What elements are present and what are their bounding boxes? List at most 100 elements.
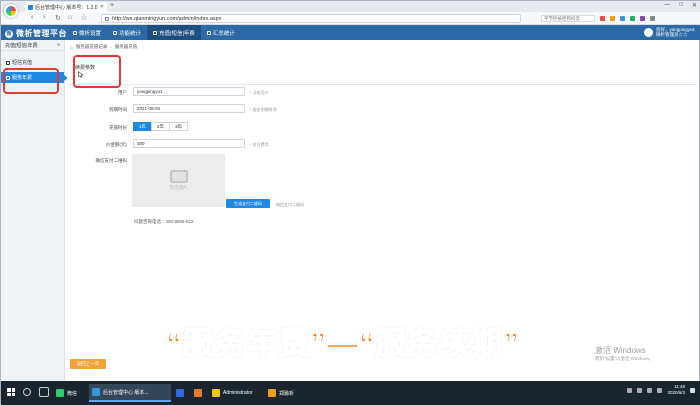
network-icon[interactable] bbox=[647, 387, 653, 393]
search-icon[interactable] bbox=[23, 388, 31, 396]
star-icon[interactable]: ☆ bbox=[81, 14, 87, 22]
user-field[interactable]: yangpingyu1 bbox=[133, 87, 245, 96]
extension-icon[interactable] bbox=[610, 16, 615, 21]
taskbar-app-folder[interactable]: 郑融析 bbox=[265, 384, 305, 402]
nav-item-label: 微析设置 bbox=[79, 30, 102, 37]
system-tray: 11:48 2020/6/3 bbox=[627, 384, 695, 396]
taskbar-app-explorer[interactable]: Administrator bbox=[209, 384, 259, 402]
summary-icon bbox=[206, 30, 211, 35]
sms-icon bbox=[6, 60, 10, 65]
user-info: 您好，yangpingyu1 微析管理员☆☆ bbox=[656, 27, 695, 37]
browser-tab-title: 后台管理中心 版本号：1.2.0 bbox=[35, 4, 98, 11]
main-nav: 微析设置 功能统计 充值|短信|年费 汇总统计 bbox=[67, 25, 241, 40]
nav-item-recharge[interactable]: 充值|短信|年费 bbox=[147, 25, 201, 40]
sidebar-header: 充值|短信|年费 « bbox=[1, 40, 64, 51]
watermark-subtitle: 转到“设置”以激活 Windows。 bbox=[595, 356, 654, 361]
task-view-icon[interactable] bbox=[39, 387, 49, 397]
qr-placeholder-text: 暂无图片 bbox=[169, 185, 188, 190]
nav-item-label: 充值|短信|年费 bbox=[159, 30, 195, 37]
taskbar-app-wechat[interactable]: 微信 bbox=[53, 384, 80, 402]
user-role: 微析管理员☆☆ bbox=[655, 32, 688, 37]
browser-logo-icon[interactable] bbox=[4, 4, 18, 18]
app-logo[interactable]: 微 微析管理平台 bbox=[5, 28, 67, 39]
nav-item-settings[interactable]: 微析设置 bbox=[67, 25, 107, 40]
maximize-button[interactable]: □ bbox=[679, 2, 683, 9]
browser-tab[interactable]: 后台管理中心 版本号：1.2.0 ✕ bbox=[25, 2, 107, 12]
minimize-button[interactable]: — bbox=[664, 2, 670, 9]
illustrator-icon bbox=[194, 389, 202, 397]
logo-icon: 微 bbox=[5, 29, 13, 38]
nav-item-summary[interactable]: 汇总统计 bbox=[201, 25, 241, 40]
taskbar-app-browser[interactable]: 后台管理中心 版本... bbox=[89, 384, 171, 402]
taskbar-app-label: 郑融析 bbox=[279, 390, 295, 397]
taskbar-app-label: 微信 bbox=[67, 390, 78, 397]
toolbar-right: 字节控被拒和抖音 bbox=[541, 15, 655, 22]
mouse-cursor-icon bbox=[78, 71, 83, 78]
back-button[interactable]: 返回上一页 bbox=[70, 359, 106, 369]
period-selector: 1年 2年 3年 bbox=[133, 122, 189, 131]
money-icon bbox=[153, 30, 158, 35]
avatar bbox=[643, 27, 653, 37]
tab-strip: 后台管理中心 版本号：1.2.0 ✕ + — □ ✕ bbox=[1, 1, 700, 12]
window-controls: — □ ✕ bbox=[664, 2, 697, 9]
period-option-3y[interactable]: 3年 bbox=[169, 122, 189, 131]
expire-label: 到期时间 bbox=[109, 107, 127, 112]
notification-icon[interactable] bbox=[690, 387, 695, 393]
home-icon[interactable]: ⌂ bbox=[70, 45, 73, 50]
forward-icon[interactable]: › bbox=[43, 14, 45, 21]
generate-qr-button[interactable]: 生成支付二维码 bbox=[226, 199, 270, 208]
refresh-icon[interactable]: ↻ bbox=[55, 14, 61, 22]
nav-item-stats[interactable]: 功能统计 bbox=[107, 25, 147, 40]
volume-icon[interactable] bbox=[657, 387, 663, 393]
chart-icon bbox=[113, 30, 118, 35]
sidebar-item-label: 短信充值 bbox=[12, 60, 33, 66]
photoshop-icon bbox=[176, 389, 184, 397]
url-text: http://wx.qianmingyun.com/admin/index.as… bbox=[112, 15, 222, 22]
breadcrumb: ⌂ 服务器充值记录 › 服务器充值 bbox=[70, 44, 137, 50]
breadcrumb-item[interactable]: 服务器充值记录 bbox=[76, 44, 108, 50]
taskbar-app-illustrator[interactable] bbox=[191, 384, 205, 402]
period-option-1y[interactable]: 1年 bbox=[133, 122, 153, 131]
period-label: 充值时长 bbox=[109, 125, 127, 130]
taskbar: 微信 后台管理中心 版本... Administrator 郑融析 11:48 bbox=[1, 381, 700, 405]
wechat-icon bbox=[56, 389, 64, 397]
sidebar-item-sms-recharge[interactable]: 短信充值 bbox=[1, 57, 64, 68]
close-window-button[interactable]: ✕ bbox=[692, 2, 697, 9]
folder-icon bbox=[212, 389, 220, 397]
nav-item-label: 汇总统计 bbox=[212, 30, 235, 37]
windows-start-icon[interactable] bbox=[7, 388, 15, 396]
clock[interactable]: 11:48 2020/6/3 bbox=[667, 384, 685, 396]
period-option-2y[interactable]: 2年 bbox=[151, 122, 171, 131]
amount-field[interactable]: 300 bbox=[133, 139, 245, 148]
support-phone: 问题咨询电话：400-9655-622 bbox=[134, 219, 194, 224]
extension-icon[interactable] bbox=[600, 16, 605, 21]
browser-search-box[interactable]: 字节控被拒和抖音 bbox=[541, 15, 595, 22]
back-icon[interactable]: ‹ bbox=[31, 14, 33, 21]
extension-icon[interactable] bbox=[630, 16, 635, 21]
menu-icon[interactable] bbox=[650, 16, 655, 21]
page-info-icon bbox=[105, 16, 109, 21]
tray-icon[interactable] bbox=[637, 387, 643, 393]
tray-icon[interactable] bbox=[627, 387, 633, 393]
watermark-title: 激活 Windows bbox=[595, 346, 646, 355]
page-favicon-icon bbox=[28, 4, 33, 10]
user-label: 用户 bbox=[118, 90, 127, 95]
taskbar-app-photoshop[interactable] bbox=[173, 384, 187, 402]
extension-icon[interactable] bbox=[620, 16, 625, 21]
new-tab-button[interactable]: + bbox=[110, 2, 114, 9]
app-header: 微 微析管理平台 微析设置 功能统计 充值|短信|年费 汇总统计 您好，yang… bbox=[1, 25, 700, 40]
home-icon[interactable]: ⌂ bbox=[68, 14, 72, 21]
collapse-icon[interactable]: « bbox=[57, 42, 60, 48]
user-menu[interactable]: 您好，yangpingyu1 微析管理员☆☆ bbox=[643, 27, 695, 37]
url-bar[interactable]: http://wx.qianmingyun.com/admin/index.as… bbox=[101, 14, 521, 23]
generate-qr-hint: 微信支付二维码 bbox=[276, 202, 304, 207]
qr-code-placeholder: 暂无图片 bbox=[132, 154, 225, 207]
expire-date-field[interactable]: 2021-08-03 bbox=[133, 104, 245, 113]
breadcrumb-separator: › bbox=[110, 44, 112, 50]
app-name: 微析管理平台 bbox=[16, 29, 67, 38]
close-tab-icon[interactable]: ✕ bbox=[100, 4, 104, 10]
extension-icon[interactable] bbox=[640, 16, 645, 21]
image-placeholder-icon bbox=[169, 170, 188, 183]
address-toolbar: ‹ › ↻ ⌂ ☆ http://wx.qianmingyun.com/admi… bbox=[1, 12, 700, 25]
tab-bar: 续费参数 bbox=[67, 55, 697, 85]
